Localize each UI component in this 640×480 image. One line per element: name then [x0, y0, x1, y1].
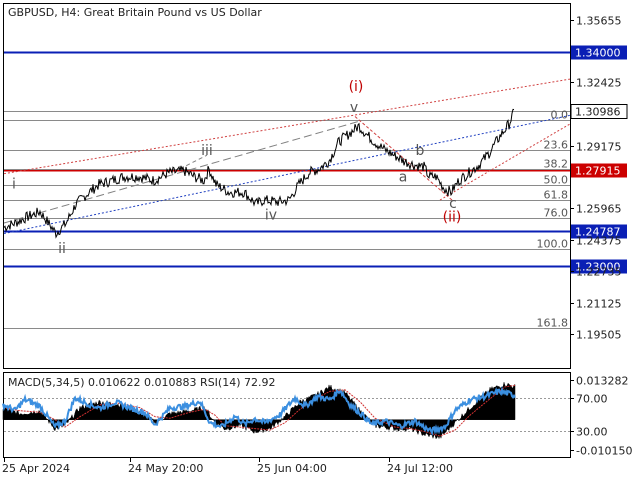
ind-tick-label-0: 0.013282: [576, 375, 629, 388]
wave-label-4: v: [350, 100, 358, 116]
time-axis: 25 Apr 2024 24 May 20:00 25 Jun 04:00 24 Ju…: [2, 457, 453, 475]
y-tick-label-2: 1.29175: [576, 141, 622, 154]
wave-label-1: ii: [58, 241, 66, 257]
wave-label-3: iv: [265, 208, 277, 224]
wave-label-0: i: [12, 176, 16, 192]
fib-label-4: 61.8: [544, 189, 569, 202]
level-tag-label-0: 1.34000: [575, 47, 621, 60]
x-tick-label-2: 25 Jun 04:00: [257, 462, 327, 475]
chart-root: 0.0 23.6 38.2 50.0 61.8 76.0 100.0 161.8 i ii iii…: [0, 0, 640, 480]
y-tick-label-6: 1.21125: [576, 298, 622, 311]
ind-tick-label-1: 70.00: [576, 393, 608, 406]
level-tag-label-1: 1.30986: [575, 106, 621, 119]
y-tick-label-0: 1.35655: [576, 15, 622, 28]
wave-label-5: (i): [349, 79, 364, 95]
macd-value: 0.010622: [88, 376, 141, 389]
y-tick-label-7: 1.19505: [576, 329, 622, 342]
wave-label-7: b: [416, 143, 425, 159]
y-tick-label-1: 1.32425: [576, 77, 622, 90]
fib-label-5: 76.0: [544, 207, 569, 220]
fib-label-7: 161.8: [537, 317, 569, 330]
y-tick-label-4: 1.24375: [576, 235, 622, 248]
fib-label-3: 50.0: [544, 174, 569, 187]
wave-label-6: a: [399, 169, 408, 185]
indicator-title: MACD(5,34,5) 0.010622 0.010883 RSI(14) 7…: [8, 376, 276, 389]
fib-label-2: 38.2: [544, 158, 569, 171]
rsi-value: 72.92: [244, 376, 276, 389]
wave-label-9: (ii): [443, 209, 462, 225]
timeframe-label: H4: [61, 6, 76, 19]
fib-label-6: 100.0: [537, 238, 569, 251]
x-tick-label-3: 24 Jul 12:00: [387, 462, 453, 475]
y-tick-label-5: 1.22735: [576, 266, 622, 279]
chart-title: GBPUSD, H4: Great Britain Pound vs US Do…: [8, 6, 262, 19]
price-axis: 1.340001.309861.279151.247871.230001.356…: [570, 15, 628, 342]
symbol-label: GBPUSD: [8, 6, 54, 19]
signal-value: 0.010883: [144, 376, 197, 389]
x-tick-label-1: 24 May 20:00: [128, 462, 203, 475]
wave-label-2: iii: [201, 143, 213, 159]
level-tag-label-2: 1.27915: [575, 165, 621, 178]
description-label: Great Britain Pound vs US Dollar: [84, 6, 263, 19]
fib-label-1: 23.6: [544, 139, 569, 152]
x-tick-label-0: 25 Apr 2024: [2, 462, 70, 475]
y-tick-label-3: 1.25965: [576, 203, 622, 216]
rsi-name: RSI(14): [200, 376, 240, 389]
chart-svg[interactable]: 0.023.638.250.061.876.0100.0161.8 iiiiii…: [0, 0, 640, 480]
ind-tick-label-3: -0.010150: [576, 445, 632, 458]
ind-tick-label-2: 30.00: [576, 426, 608, 439]
macd-name: MACD(5,34,5): [8, 376, 85, 389]
fib-label-0: 0.0: [551, 109, 569, 122]
